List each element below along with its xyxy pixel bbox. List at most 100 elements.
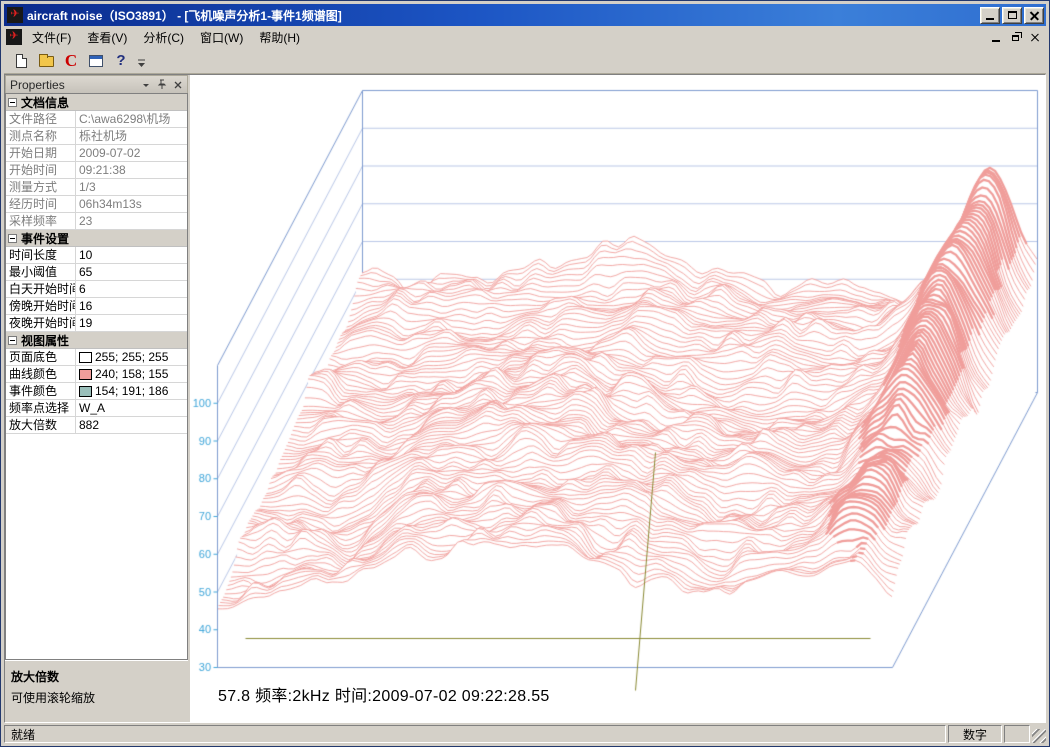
client-area: Properties 文档信息文件路径C:\awa6298\机场测点名称栎社机场… — [4, 74, 1046, 723]
property-row[interactable]: 页面底色255; 255; 255 — [6, 349, 187, 366]
menu-item-4[interactable]: 帮助(H) — [251, 27, 308, 48]
minimize-button[interactable] — [980, 7, 1000, 24]
mdi-minimize-button[interactable] — [987, 30, 1004, 44]
collapse-icon[interactable] — [8, 98, 17, 107]
property-row[interactable]: 曲线颜色240; 158; 155 — [6, 366, 187, 383]
property-value-text: C:\awa6298\机场 — [79, 112, 170, 127]
property-value-text: 2009-07-02 — [79, 146, 140, 161]
mdi-restore-icon — [1012, 35, 1019, 41]
property-label: 时间长度 — [6, 247, 76, 263]
property-section-title: 视图属性 — [21, 332, 69, 349]
property-row[interactable]: 测点名称栎社机场 — [6, 128, 187, 145]
mdi-restore-button[interactable] — [1007, 30, 1024, 44]
property-section-header[interactable]: 文档信息 — [6, 94, 187, 111]
property-label: 文件路径 — [6, 111, 76, 127]
property-label: 夜晚开始时间 — [6, 315, 76, 331]
maximize-button[interactable] — [1002, 7, 1022, 24]
properties-panel-header[interactable]: Properties — [5, 75, 188, 93]
panel-close-button[interactable] — [171, 78, 185, 91]
menu-item-3[interactable]: 窗口(W) — [192, 27, 251, 48]
property-value[interactable]: 240; 158; 155 — [76, 366, 187, 382]
color-swatch[interactable] — [79, 369, 92, 380]
color-swatch[interactable] — [79, 352, 92, 363]
menu-item-1[interactable]: 查看(V) — [79, 27, 135, 48]
calibrate-button[interactable]: C — [59, 50, 83, 72]
property-section-title: 事件设置 — [21, 230, 69, 247]
property-row[interactable]: 频率点选择W_A — [6, 400, 187, 417]
property-row[interactable]: 傍晚开始时间16 — [6, 298, 187, 315]
close-button[interactable] — [1024, 7, 1044, 24]
property-value[interactable]: 6 — [76, 281, 187, 297]
menu-items: 文件(F)查看(V)分析(C)窗口(W)帮助(H) — [24, 26, 308, 48]
mdi-close-button[interactable] — [1027, 30, 1044, 44]
property-value[interactable]: 栎社机场 — [76, 128, 187, 144]
property-value[interactable]: 1/3 — [76, 179, 187, 195]
property-label: 放大倍数 — [6, 417, 76, 433]
property-row[interactable]: 经历时间06h34m13s — [6, 196, 187, 213]
property-label: 测点名称 — [6, 128, 76, 144]
property-value-text: 1/3 — [79, 180, 96, 195]
property-value-text: W_A — [79, 401, 105, 416]
color-swatch[interactable] — [79, 386, 92, 397]
collapse-icon[interactable] — [8, 336, 17, 345]
property-value[interactable]: 882 — [76, 417, 187, 433]
maximize-icon — [1008, 11, 1017, 19]
app-window: ✈ aircraft noise（ISO3891） - [飞机噪声分析1-事件1… — [0, 0, 1050, 747]
open-folder-icon — [39, 56, 54, 67]
pin-icon — [157, 79, 167, 90]
property-row[interactable]: 开始时间09:21:38 — [6, 162, 187, 179]
properties-button[interactable] — [84, 50, 108, 72]
property-help-text: 可使用滚轮缩放 — [11, 689, 182, 706]
property-label: 经历时间 — [6, 196, 76, 212]
property-value-text: 882 — [79, 418, 99, 433]
property-row[interactable]: 时间长度10 — [6, 247, 187, 264]
document-icon[interactable]: ✈ — [6, 29, 22, 45]
property-section-header[interactable]: 事件设置 — [6, 230, 187, 247]
property-row[interactable]: 白天开始时间6 — [6, 281, 187, 298]
property-row[interactable]: 放大倍数882 — [6, 417, 187, 434]
property-value[interactable]: 154; 191; 186 — [76, 383, 187, 399]
panel-menu-button[interactable] — [139, 78, 153, 91]
property-section-header[interactable]: 视图属性 — [6, 332, 187, 349]
property-row[interactable]: 测量方式1/3 — [6, 179, 187, 196]
property-value[interactable]: W_A — [76, 400, 187, 416]
window-title: aircraft noise（ISO3891） - [飞机噪声分析1-事件1频谱… — [27, 7, 342, 24]
property-row[interactable]: 最小阈值65 — [6, 264, 187, 281]
collapse-icon[interactable] — [8, 234, 17, 243]
property-grid: 文档信息文件路径C:\awa6298\机场测点名称栎社机场开始日期2009-07… — [5, 93, 188, 660]
property-row[interactable]: 事件颜色154; 191; 186 — [6, 383, 187, 400]
property-row[interactable]: 开始日期2009-07-02 — [6, 145, 187, 162]
property-label: 页面底色 — [6, 349, 76, 365]
property-label: 频率点选择 — [6, 400, 76, 416]
property-help-box: 放大倍数 可使用滚轮缩放 — [5, 660, 188, 722]
help-icon: ? — [116, 52, 125, 69]
properties-panel: Properties 文档信息文件路径C:\awa6298\机场测点名称栎社机场… — [5, 75, 190, 722]
property-row[interactable]: 夜晚开始时间19 — [6, 315, 187, 332]
property-row[interactable]: 文件路径C:\awa6298\机场 — [6, 111, 187, 128]
toolbar-overflow-button[interactable] — [136, 50, 147, 72]
property-value[interactable]: 06h34m13s — [76, 196, 187, 212]
new-document-button[interactable] — [9, 50, 33, 72]
titlebar[interactable]: ✈ aircraft noise（ISO3891） - [飞机噪声分析1-事件1… — [4, 4, 1046, 26]
property-row[interactable]: 采样频率23 — [6, 213, 187, 230]
help-button[interactable]: ? — [109, 50, 133, 72]
waterfall-chart[interactable] — [190, 75, 1045, 722]
spectrogram-view: 57.8 频率:2kHz 时间:2009-07-02 09:22:28.55 — [190, 75, 1045, 722]
property-value[interactable]: 19 — [76, 315, 187, 331]
open-file-button[interactable] — [34, 50, 58, 72]
property-value-text: 06h34m13s — [79, 197, 142, 212]
menu-item-2[interactable]: 分析(C) — [135, 27, 192, 48]
property-value[interactable]: 23 — [76, 213, 187, 229]
property-value[interactable]: 2009-07-02 — [76, 145, 187, 161]
property-value[interactable]: C:\awa6298\机场 — [76, 111, 187, 127]
property-value[interactable]: 09:21:38 — [76, 162, 187, 178]
property-label: 采样频率 — [6, 213, 76, 229]
panel-pin-button[interactable] — [155, 78, 169, 91]
property-value[interactable]: 10 — [76, 247, 187, 263]
property-label: 最小阈值 — [6, 264, 76, 280]
property-value[interactable]: 255; 255; 255 — [76, 349, 187, 365]
property-value[interactable]: 65 — [76, 264, 187, 280]
property-value[interactable]: 16 — [76, 298, 187, 314]
menu-item-0[interactable]: 文件(F) — [24, 27, 79, 48]
resize-grip[interactable] — [1032, 729, 1046, 743]
